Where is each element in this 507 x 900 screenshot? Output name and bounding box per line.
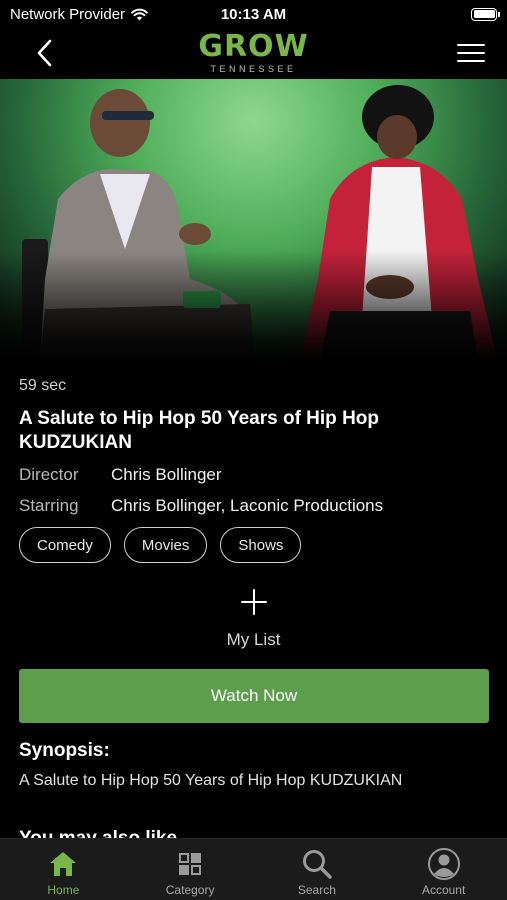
logo-main: GROW [198,29,309,64]
carrier-name: Network Provider [10,5,126,23]
synopsis-text: A Salute to Hip Hop 50 Years of Hip Hop … [19,772,403,789]
director-label: Director [19,465,79,484]
tag-shows[interactable]: Shows [220,527,302,563]
video-title: A Salute to Hip Hop 50 Years of Hip Hop … [19,408,379,453]
tag-movies[interactable]: Movies [123,527,208,563]
director-value: Chris Bollinger [111,465,222,484]
logo-sub: TENNESSEE [210,64,297,74]
starring-value: Chris Bollinger, Laconic Productions [111,496,384,515]
genre-tags: Comedy Movies Shows [19,527,488,563]
home-icon [47,848,79,880]
tab-home[interactable]: Home [0,839,127,900]
hamburger-line [457,60,485,62]
watch-now-button[interactable]: Watch Now [19,669,489,723]
bottom-tab-bar: Home Category Search Account [0,838,507,900]
my-list-label: My List [226,630,281,649]
search-icon [301,848,333,880]
hamburger-line [457,52,485,54]
category-icon [174,848,206,880]
plus-icon [240,589,267,615]
hero-illustration [22,85,498,361]
tab-account[interactable]: Account [380,839,507,900]
tab-account-label: Account [421,883,466,897]
top-nav: GROW TENNESSEE [0,28,507,78]
director-row: Director Chris Bollinger [19,465,488,485]
video-hero-image[interactable] [0,79,507,361]
tab-category[interactable]: Category [127,839,254,900]
tab-category-label: Category [165,883,215,897]
tab-search[interactable]: Search [254,839,381,900]
account-icon [427,848,460,880]
video-duration: 59 sec [19,377,67,394]
tab-search-label: Search [297,883,336,897]
chevron-left-icon [37,39,52,67]
wifi-icon [131,8,148,20]
my-list-button[interactable]: My List [0,588,507,650]
grow-tennessee-logo: GROW TENNESSEE [198,29,309,75]
tag-comedy[interactable]: Comedy [19,527,111,563]
tab-home-label: Home [47,883,80,897]
status-bar: Network Provider 10:13 AM [0,0,507,28]
starring-row: Starring Chris Bollinger, Laconic Produc… [19,496,488,516]
synopsis-heading: Synopsis: [19,740,110,761]
status-left: Network Provider [10,6,148,23]
starring-label: Starring [19,496,79,515]
hamburger-line [457,44,485,46]
menu-button[interactable] [457,36,485,70]
back-button[interactable] [30,36,58,70]
battery-icon [471,7,500,21]
